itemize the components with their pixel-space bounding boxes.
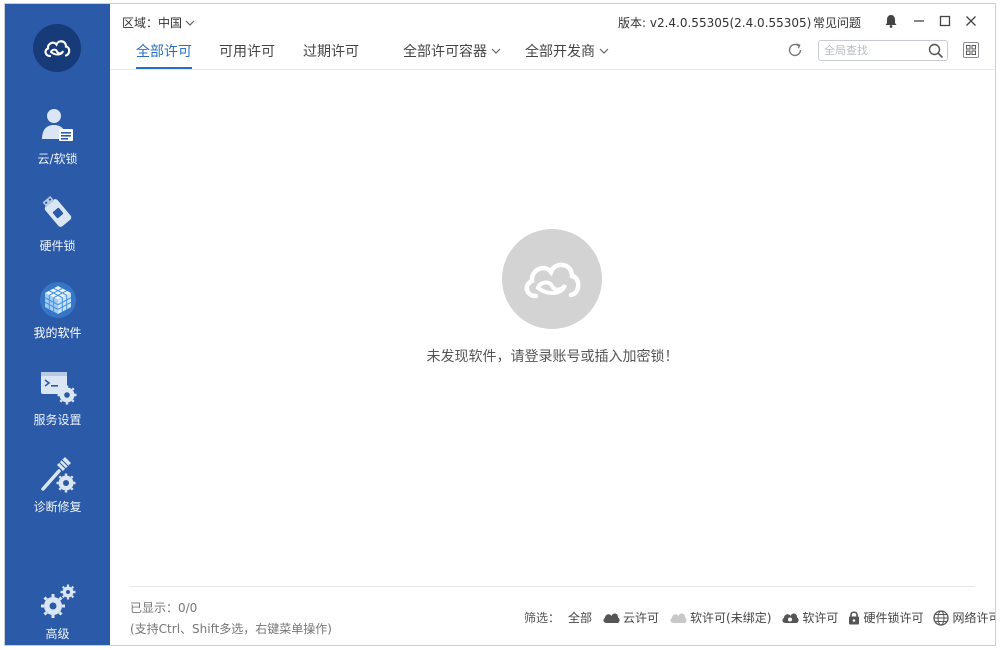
- chevron-down-icon: [599, 48, 609, 54]
- sidebar-item-advanced[interactable]: 高级: [5, 579, 110, 645]
- selection-hint: (支持Ctrl、Shift多选，右键菜单操作): [130, 622, 332, 636]
- global-search-input[interactable]: [824, 41, 928, 60]
- sidebar-item-label: 服务设置: [33, 413, 82, 427]
- sidebar-item-label: 硬件锁: [39, 239, 76, 253]
- cloud-license-icon: [603, 613, 620, 623]
- sidebar-item-label: 高级: [45, 627, 70, 641]
- sidebar-item-service-settings[interactable]: 服务设置: [5, 365, 110, 445]
- cloud-logo-icon: [44, 40, 71, 58]
- tab-all-licenses[interactable]: 全部许可: [136, 41, 192, 69]
- cube-icon: [38, 280, 78, 320]
- sidebar-item-diagnose-repair[interactable]: 诊断修复: [5, 452, 110, 532]
- gears-icon: [38, 581, 78, 621]
- sidebar-item-hardware-lock[interactable]: 硬件锁: [5, 191, 110, 271]
- shown-count: 已显示：0/0: [130, 601, 198, 615]
- usb-dongle-icon: [38, 193, 78, 233]
- minimize-icon: [914, 20, 924, 22]
- refresh-button[interactable]: [786, 41, 804, 59]
- sidebar-item-cloud-soft-lock[interactable]: 云/软锁: [5, 104, 110, 184]
- tab-expired-licenses[interactable]: 过期许可: [303, 41, 359, 67]
- close-icon: [966, 16, 976, 26]
- filter-network-license-label: 网络许可: [952, 611, 996, 625]
- sidebar-item-label: 我的软件: [33, 326, 82, 340]
- filter-all-label: 全部: [568, 611, 593, 625]
- license-filter-bar: 筛选： 全部 云许可 软许可(未绑定) 软许可 硬件锁许可 网络许可: [524, 609, 996, 626]
- filter-network-license[interactable]: 网络许可: [933, 609, 996, 626]
- license-container-dropdown[interactable]: 全部许可容器: [403, 41, 501, 67]
- region-label: 区域：中国: [122, 16, 183, 30]
- sidebar-item-my-software[interactable]: 我的软件: [5, 278, 110, 358]
- developer-label: 全部开发商: [525, 44, 595, 60]
- filter-cloud-license-label: 云许可: [623, 611, 660, 625]
- chevron-down-icon: [185, 20, 195, 26]
- soft-license-unbound-icon: [670, 613, 687, 623]
- filter-soft-license[interactable]: 软许可: [781, 609, 838, 626]
- view-toggle-button[interactable]: [963, 42, 979, 58]
- repair-tools-icon: [38, 454, 78, 494]
- sidebar-item-label: 诊断修复: [33, 500, 82, 514]
- version-text: 版本: v2.4.0.55305(2.4.0.55305): [618, 16, 812, 30]
- chevron-down-icon: [491, 48, 501, 54]
- sidebar-item-label: 云/软锁: [37, 152, 78, 166]
- filter-cloud-license[interactable]: 云许可: [602, 609, 659, 626]
- region-selector[interactable]: 区域：中国: [122, 14, 195, 31]
- globe-icon: [933, 609, 950, 626]
- empty-state-illustration: [502, 229, 602, 329]
- maximize-button[interactable]: [936, 12, 954, 30]
- filter-hardware-lock-license-label: 硬件锁许可: [863, 611, 924, 625]
- lock-icon: [849, 611, 860, 625]
- filter-label: 筛选：: [524, 611, 561, 625]
- minimize-button[interactable]: [910, 12, 928, 30]
- tab-available-licenses[interactable]: 可用许可: [219, 41, 275, 67]
- license-container-label: 全部许可容器: [403, 44, 487, 60]
- developer-dropdown[interactable]: 全部开发商: [525, 41, 609, 67]
- empty-state-message: 未发现软件，请登录账号或插入加密锁！: [426, 349, 679, 365]
- app-logo: [33, 24, 81, 72]
- terminal-gear-icon: [38, 367, 78, 407]
- soft-license-icon: [782, 613, 800, 623]
- cloud-icon: [524, 262, 581, 299]
- sidebar: 云/软锁 硬件锁 我的软件 服务设置 诊断修复 高级: [5, 4, 110, 645]
- filter-soft-license-unbound-label: 软许可(未绑定): [690, 611, 772, 625]
- faq-link[interactable]: 常见问题: [813, 14, 861, 31]
- refresh-icon: [788, 43, 802, 57]
- grid-view-icon: [966, 45, 976, 55]
- app-window: 云/软锁 硬件锁 我的软件 服务设置 诊断修复 高级 区域：中国 版本: v2.…: [4, 3, 996, 646]
- filter-hardware-lock-license[interactable]: 硬件锁许可: [848, 609, 923, 626]
- global-search-box: [818, 40, 948, 61]
- notification-button[interactable]: [882, 12, 900, 30]
- top-bar: 区域：中国 版本: v2.4.0.55305(2.4.0.55305) 常见问题…: [110, 4, 995, 70]
- filter-all[interactable]: 全部: [568, 609, 592, 626]
- close-button[interactable]: [962, 12, 980, 30]
- search-icon[interactable]: [928, 43, 944, 59]
- bell-icon: [885, 15, 897, 28]
- maximize-icon: [939, 15, 951, 27]
- user-license-icon: [38, 106, 78, 146]
- filter-soft-license-label: 软许可: [802, 611, 839, 625]
- filter-soft-license-unbound[interactable]: 软许可(未绑定): [669, 609, 771, 626]
- footer-divider: [130, 586, 975, 587]
